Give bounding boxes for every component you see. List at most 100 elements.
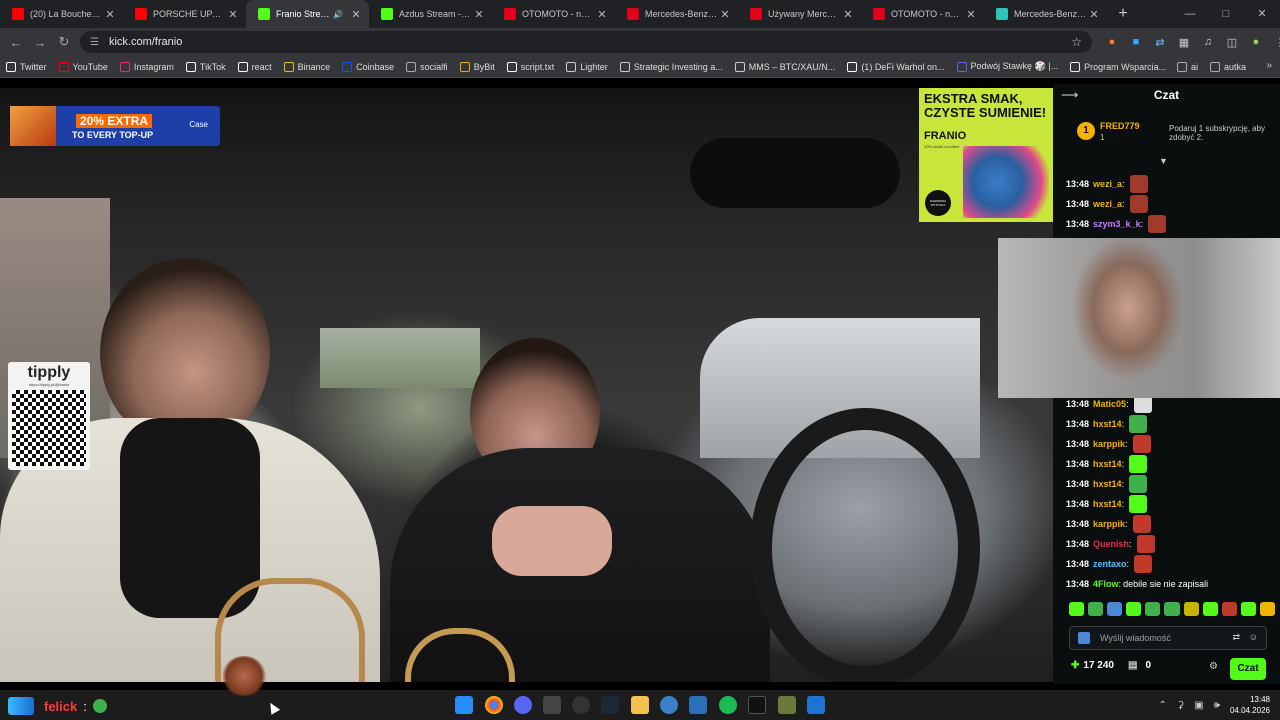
extensions-puzzle-icon[interactable]: ▦ xyxy=(1172,36,1196,49)
bookmark-item[interactable]: ByBit xyxy=(459,61,495,72)
chat-message[interactable]: 13:48 4Flow: debile sie nie zapisali xyxy=(1066,574,1208,594)
quick-emote-icon[interactable] xyxy=(1183,602,1199,616)
bookmark-item[interactable]: Lighter xyxy=(566,61,608,72)
chat-message[interactable]: 13:48 hxst14: xyxy=(1066,454,1148,474)
tab-close-icon[interactable]: ✕ xyxy=(226,8,240,21)
bookmark-item[interactable]: Program Wsparcia... xyxy=(1070,61,1166,72)
tab-1[interactable]: PORSCHE UPADA. Zrobiłem✕ xyxy=(123,0,246,28)
volume-icon[interactable]: 🕪 xyxy=(1214,700,1220,711)
reload-icon[interactable]: ↻ xyxy=(52,34,76,50)
message-username[interactable]: karppik xyxy=(1093,519,1125,529)
message-username[interactable]: Matic05 xyxy=(1093,399,1126,409)
bookmark-item[interactable]: TikTok xyxy=(185,61,226,72)
tray-chevron-icon[interactable]: ⌃ xyxy=(1158,700,1166,711)
emoji-picker-icon[interactable]: ☺ xyxy=(1249,632,1258,642)
extension-fox-icon[interactable]: ● xyxy=(1100,36,1124,48)
tab-close-icon[interactable]: ✕ xyxy=(103,8,117,21)
tab-0[interactable]: (20) La Bouche - Be My Lover✕ xyxy=(0,0,123,28)
media-controls-icon[interactable]: ♫ xyxy=(1196,36,1220,48)
message-username[interactable]: wezi_a xyxy=(1093,199,1122,209)
chat-message[interactable]: 13:48 hxst14: xyxy=(1066,414,1148,434)
translate-icon[interactable]: ⇄ xyxy=(1232,632,1240,643)
message-username[interactable]: szym3_k_k xyxy=(1093,219,1141,229)
chat-message[interactable]: 13:48 karppik: xyxy=(1066,434,1151,454)
system-clock[interactable]: 13:48 04.04.2026 xyxy=(1230,694,1270,716)
pinned-gifter[interactable]: 1 FRED779 1 Podaruj 1 subskrypcję, aby z… xyxy=(1073,118,1273,148)
chat-message[interactable]: 13:48 zentaxo: xyxy=(1066,554,1153,574)
spotify-taskbar-icon[interactable] xyxy=(719,696,737,714)
openai-taskbar-icon[interactable] xyxy=(572,696,590,714)
display-icon[interactable]: ▣ xyxy=(1194,700,1203,711)
chat-message[interactable]: 13:48 Quenish: xyxy=(1066,534,1155,554)
bookmark-item[interactable]: YouTube xyxy=(58,61,108,72)
chat-message[interactable]: 13:48 wezi_a: xyxy=(1066,174,1148,194)
stream-video-player[interactable] xyxy=(0,88,1053,682)
tab-7[interactable]: OTOMOTO - nowe i używane✕ xyxy=(861,0,984,28)
forward-icon[interactable]: → xyxy=(28,35,52,50)
address-bar[interactable]: ☰ kick.com/franio ☆ xyxy=(80,31,1092,53)
quick-emote-icon[interactable] xyxy=(1088,602,1104,616)
vscode-taskbar-icon[interactable] xyxy=(807,696,825,714)
chat-message[interactable]: 13:48 wezi_a: xyxy=(1066,194,1148,214)
close-window-icon[interactable]: ✕ xyxy=(1244,0,1280,28)
explorer-taskbar-icon[interactable] xyxy=(631,696,649,714)
message-username[interactable]: karppik xyxy=(1093,439,1125,449)
extension-translate-icon[interactable]: ⇄ xyxy=(1148,36,1172,49)
message-username[interactable]: Quenish xyxy=(1093,539,1129,549)
maximize-icon[interactable]: □ xyxy=(1208,0,1244,28)
app-taskbar-icon[interactable] xyxy=(543,696,561,714)
quick-emote-icon[interactable] xyxy=(1145,602,1161,616)
browser-taskbar-icon[interactable] xyxy=(660,696,678,714)
quick-emote-icon[interactable] xyxy=(1259,602,1276,616)
message-username[interactable]: zentaxo xyxy=(1093,559,1127,569)
bookmark-item[interactable]: Twitter xyxy=(6,61,47,72)
quick-emote-icon[interactable] xyxy=(1202,602,1218,616)
bookmark-folder[interactable]: ai xyxy=(1176,62,1198,72)
message-username[interactable]: 4Flow xyxy=(1093,579,1119,589)
bookmark-star-icon[interactable]: ☆ xyxy=(1071,35,1082,49)
bookmark-folder[interactable]: autka xyxy=(1209,62,1246,72)
quick-emote-icon[interactable] xyxy=(1069,602,1085,616)
message-username[interactable]: hxst14 xyxy=(1093,459,1122,469)
tab-2[interactable]: Franio Stream - Watch Live🔊 ✕ xyxy=(246,0,369,28)
bookmark-item[interactable]: MMS – BTC/XAU/N... xyxy=(734,61,835,72)
bookmark-item[interactable]: (1) DeFi Warhol on... xyxy=(847,61,945,72)
back-icon[interactable]: ← xyxy=(4,35,28,50)
tab-close-icon[interactable]: ✕ xyxy=(718,8,732,21)
message-username[interactable]: hxst14 xyxy=(1093,479,1122,489)
chat-message-input[interactable]: Wyślij wiadomość ⇄ ☺ xyxy=(1069,626,1267,650)
site-info-icon[interactable]: ☰ xyxy=(90,37,99,48)
network-app-taskbar-icon[interactable] xyxy=(689,696,707,714)
tab-close-icon[interactable]: ✕ xyxy=(349,8,363,21)
bookmark-item[interactable]: Binance xyxy=(283,61,330,72)
tab-close-icon[interactable]: ✕ xyxy=(964,8,978,21)
sponsor-ad[interactable]: EKSTRA SMAK, CZYSTE SUMIENIE! FRANIO 10%… xyxy=(919,88,1053,222)
bookmark-item[interactable]: socialfi xyxy=(406,61,448,72)
discord-taskbar-icon[interactable] xyxy=(514,696,532,714)
chrome-taskbar-icon[interactable] xyxy=(485,696,503,714)
quick-emote-icon[interactable] xyxy=(1164,602,1180,616)
minimize-icon[interactable]: — xyxy=(1172,0,1208,28)
sidebar-icon[interactable]: ◫ xyxy=(1220,36,1244,49)
chat-settings-icon[interactable]: ⚙ xyxy=(1209,661,1218,672)
bookmark-item[interactable]: react xyxy=(237,61,272,72)
tab-audio-icon[interactable]: 🔊 xyxy=(333,10,343,19)
microphone-icon[interactable]: ⚳ xyxy=(1177,700,1184,711)
quick-emote-icon[interactable] xyxy=(1240,602,1256,616)
bookmark-item[interactable]: Podwój Stawkę 🎲 |... xyxy=(956,61,1058,72)
quick-emote-icon[interactable] xyxy=(1107,602,1123,616)
tab-close-icon[interactable]: ✕ xyxy=(1087,8,1101,21)
expand-pinned-icon[interactable]: ▼ xyxy=(1159,156,1168,166)
new-tab-button[interactable]: + xyxy=(1111,2,1135,26)
chat-message[interactable]: 13:48 karppik: xyxy=(1066,514,1151,534)
chat-message[interactable]: 13:48 hxst14: xyxy=(1066,474,1148,494)
more-bookmarks-icon[interactable]: » xyxy=(1266,60,1272,71)
chat-message[interactable]: 13:48 szym3_k_k: xyxy=(1066,214,1167,234)
steam-taskbar-icon[interactable] xyxy=(601,696,619,714)
tab-4[interactable]: OTOMOTO - nowe i używane✕ xyxy=(492,0,615,28)
bookmark-item[interactable]: Instagram xyxy=(119,61,174,72)
bookmark-item[interactable]: Strategic Investing a... xyxy=(619,61,723,72)
tipply-qr-card[interactable]: tipply https://tipply.pl/@franio xyxy=(8,362,90,470)
profile-avatar-icon[interactable]: ● xyxy=(1244,36,1268,48)
quick-emote-icon[interactable] xyxy=(1221,602,1237,616)
